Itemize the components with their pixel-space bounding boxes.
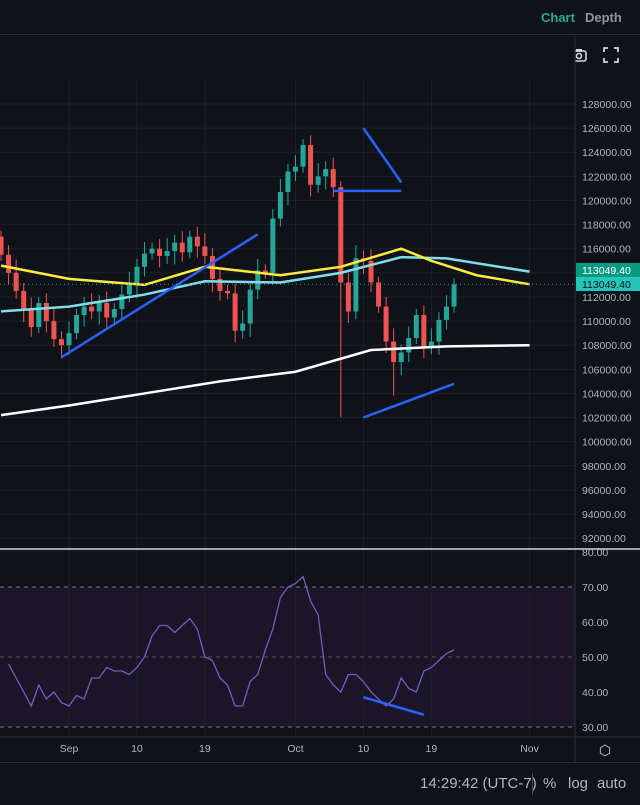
candle (444, 306, 449, 320)
footer-bar: 14:29:42 (UTC-7) % log auto (0, 762, 640, 805)
time-tick-label: 10 (131, 743, 143, 755)
candle (142, 253, 147, 267)
candle (406, 337, 412, 353)
log-toggle[interactable]: log (568, 775, 588, 792)
ma-price-label: 113049.40 (582, 279, 631, 291)
time-tick-label: 19 (199, 743, 211, 755)
rsi-tick-label: 70.00 (582, 582, 608, 594)
candle (81, 306, 87, 316)
candle (149, 248, 155, 254)
price-tick-label: 110000.00 (582, 316, 631, 328)
last-price-label: 113049.40 (582, 265, 631, 277)
candle (126, 284, 132, 295)
price-tick-label: 120000.00 (582, 195, 632, 207)
candle (383, 306, 389, 342)
candle (285, 171, 291, 193)
candle (240, 323, 246, 331)
candle (28, 309, 34, 328)
price-tick-label: 122000.00 (582, 171, 632, 183)
candle (345, 282, 351, 312)
rsi-tick-label: 60.00 (582, 617, 608, 629)
candle (6, 254, 12, 273)
candle (194, 236, 200, 247)
candle (232, 293, 238, 331)
time-tick-label: 19 (426, 743, 438, 755)
candle (13, 272, 19, 291)
candle (436, 319, 442, 342)
candle (413, 315, 419, 338)
candle (36, 302, 42, 328)
candle (247, 289, 253, 324)
candle (428, 341, 434, 347)
candle (51, 321, 57, 340)
price-tick-label: 102000.00 (582, 413, 632, 425)
candle (202, 246, 208, 256)
candle (179, 242, 185, 253)
price-tick-label: 98000.00 (582, 461, 626, 473)
price-tick-label: 118000.00 (582, 220, 631, 232)
price-tick-label: 116000.00 (582, 244, 631, 256)
candle (111, 309, 117, 318)
candle (376, 282, 382, 307)
candle (293, 166, 298, 172)
axis-settings-icon: ⬡ (599, 742, 611, 758)
rsi-tick-label: 80.00 (582, 547, 608, 559)
time-tick-label: Oct (287, 743, 303, 755)
candle (0, 236, 4, 255)
clock-time: 14:29:42 (UTC-7) (420, 775, 537, 792)
price-tick-label: 94000.00 (582, 509, 626, 521)
candle (172, 242, 178, 252)
candle (164, 251, 170, 256)
candle (391, 341, 397, 363)
price-chart[interactable]: 128000.00 126000.00 124000.00 122000.00 1200… (0, 0, 640, 762)
candle (96, 302, 102, 312)
candle (300, 145, 306, 167)
price-tick-label: 106000.00 (582, 364, 632, 376)
candle (187, 236, 193, 253)
candle (330, 169, 336, 188)
candle (157, 248, 163, 256)
candle (398, 352, 404, 363)
candle (225, 290, 231, 294)
price-tick-label: 108000.00 (582, 340, 632, 352)
candle (270, 218, 276, 273)
price-tick-label: 126000.00 (582, 123, 632, 135)
price-tick-label: 124000.00 (582, 147, 632, 159)
candle (43, 302, 49, 322)
price-tick-label: 96000.00 (582, 485, 626, 497)
price-tick-label: 92000.00 (582, 533, 626, 545)
candle (134, 266, 140, 285)
candle (308, 145, 314, 185)
price-tick-label: 112000.00 (582, 292, 631, 304)
price-tick-label: 128000.00 (582, 99, 632, 111)
time-tick-label: Sep (60, 743, 79, 755)
candle (104, 302, 110, 318)
time-tick-label: Nov (520, 743, 539, 755)
candle (66, 333, 72, 346)
candle (277, 192, 283, 219)
rsi-tick-label: 50.00 (582, 652, 608, 664)
auto-toggle[interactable]: auto (597, 775, 626, 792)
percent-toggle[interactable]: % (543, 775, 556, 792)
candle (58, 339, 64, 346)
candle (89, 306, 95, 312)
candle (353, 258, 359, 312)
candle (74, 315, 80, 334)
candle (21, 290, 27, 310)
time-tick-label: 10 (358, 743, 370, 755)
price-tick-label: 104000.00 (582, 388, 632, 400)
candle (451, 284, 457, 307)
price-tick-label: 100000.00 (582, 437, 632, 449)
rsi-tick-label: 30.00 (582, 722, 608, 734)
candle (421, 315, 427, 347)
rsi-tick-label: 40.00 (582, 687, 608, 699)
candle (323, 169, 329, 177)
candle (315, 176, 321, 185)
price-pane (0, 36, 575, 548)
